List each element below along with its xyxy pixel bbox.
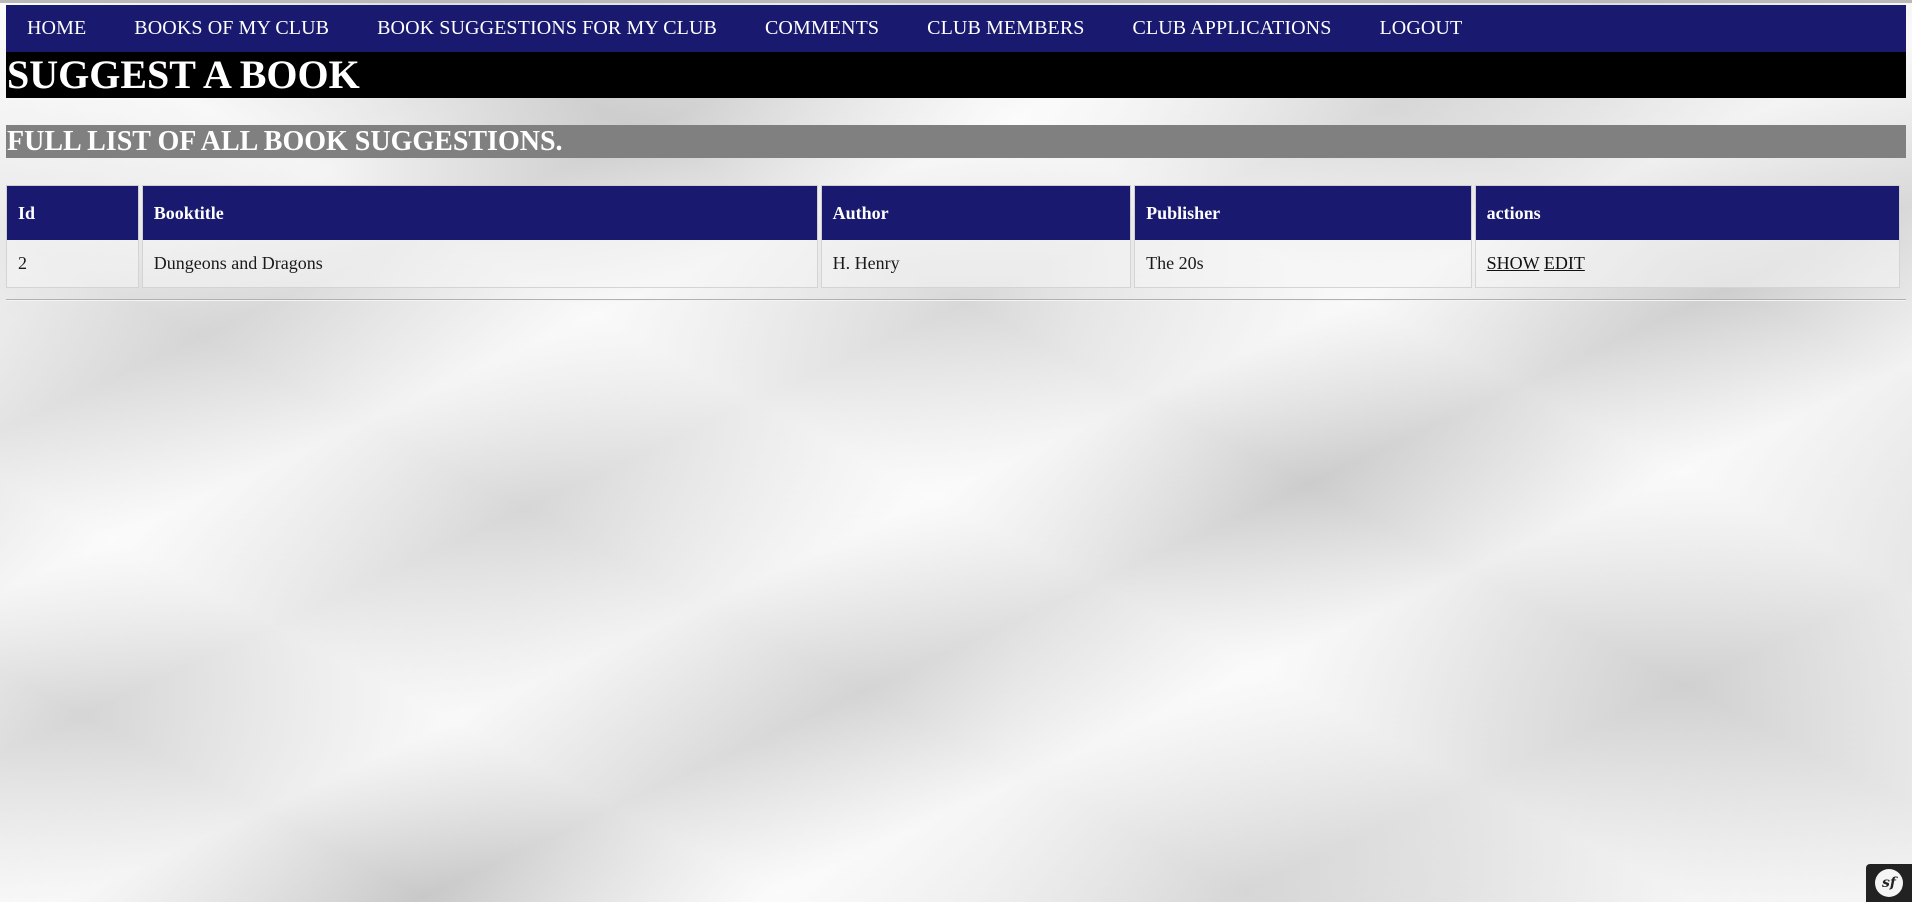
cell-actions: SHOW EDIT xyxy=(1474,240,1900,288)
nav-logout[interactable]: LOGOUT xyxy=(1379,17,1462,40)
symfony-debug-toolbar-toggle[interactable]: sf xyxy=(1866,864,1912,902)
cell-id: 2 xyxy=(6,240,139,288)
section-title: FULL LIST OF ALL BOOK SUGGESTIONS. xyxy=(6,125,1906,158)
suggestions-table: Id Booktitle Author Publisher actions 2 … xyxy=(3,185,1903,288)
column-header-author: Author xyxy=(820,185,1132,240)
symfony-logo-icon: sf xyxy=(1875,869,1903,897)
table-header-row: Id Booktitle Author Publisher actions xyxy=(6,185,1900,240)
show-link[interactable]: SHOW xyxy=(1487,253,1540,273)
cell-publisher: The 20s xyxy=(1134,240,1472,288)
column-header-booktitle: Booktitle xyxy=(141,185,818,240)
page-title: SUGGEST A BOOK xyxy=(6,52,1906,98)
cell-booktitle: Dungeons and Dragons xyxy=(141,240,818,288)
nav-club-members[interactable]: CLUB MEMBERS xyxy=(927,17,1084,40)
edit-link[interactable]: EDIT xyxy=(1544,253,1585,273)
nav-club-applications[interactable]: CLUB APPLICATIONS xyxy=(1132,17,1331,40)
nav-book-suggestions[interactable]: BOOK SUGGESTIONS FOR MY CLUB xyxy=(377,17,717,40)
table-row: 2 Dungeons and Dragons H. Henry The 20s … xyxy=(6,240,1900,288)
nav-comments[interactable]: COMMENTS xyxy=(765,17,879,40)
column-header-actions: actions xyxy=(1474,185,1900,240)
nav-books-of-my-club[interactable]: BOOKS OF MY CLUB xyxy=(134,17,329,40)
column-header-publisher: Publisher xyxy=(1134,185,1472,240)
main-navigation: HOME BOOKS OF MY CLUB BOOK SUGGESTIONS F… xyxy=(6,5,1906,52)
nav-home[interactable]: HOME xyxy=(27,17,86,40)
horizontal-rule xyxy=(6,299,1906,301)
cell-author: H. Henry xyxy=(820,240,1132,288)
top-border xyxy=(0,0,1912,3)
page: HOME BOOKS OF MY CLUB BOOK SUGGESTIONS F… xyxy=(6,5,1906,301)
column-header-id: Id xyxy=(6,185,139,240)
